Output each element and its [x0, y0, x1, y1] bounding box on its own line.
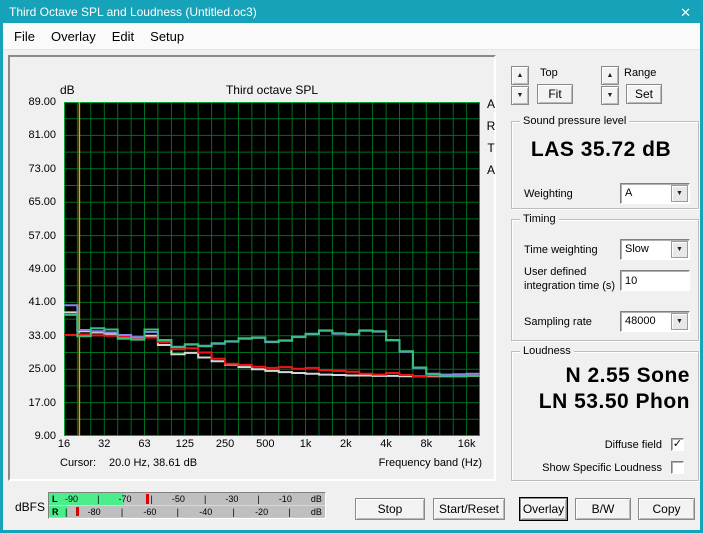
- title-bar[interactable]: Third Octave SPL and Loudness (Untitled.…: [3, 3, 700, 23]
- chevron-down-icon[interactable]: ▼: [671, 241, 688, 258]
- y-tick-label: 81.00: [28, 129, 56, 142]
- specific-loudness-label: Show Specific Loudness: [542, 462, 662, 474]
- range-up-button[interactable]: ▲: [601, 66, 619, 85]
- spl-plot-svg: [64, 102, 480, 436]
- x-tick-label: 500: [256, 438, 275, 450]
- time-weighting-dropdown[interactable]: Slow ▼: [620, 239, 690, 260]
- diffuse-field-checkbox[interactable]: [671, 438, 684, 451]
- y-tick-label: 57.00: [28, 229, 56, 242]
- menu-edit[interactable]: Edit: [104, 29, 142, 44]
- spl-group: Sound pressure level LAS 35.72 dB Weight…: [511, 115, 699, 209]
- x-axis-title: Frequency band (Hz): [378, 457, 482, 469]
- plot-title: Third octave SPL: [225, 83, 319, 97]
- x-tick-label: 250: [215, 438, 235, 450]
- close-icon[interactable]: ✕: [680, 3, 691, 23]
- arta-watermark: ARTA: [486, 97, 496, 177]
- y-tick-label: 89.00: [28, 96, 56, 108]
- time-weighting-label: Time weighting: [524, 244, 598, 256]
- chevron-down-icon[interactable]: ▼: [671, 185, 688, 202]
- cursor-readout-row: Cursor: 20.0 Hz, 38.61 dB Frequency band…: [10, 457, 498, 471]
- range-label: Range: [624, 67, 657, 79]
- y-tick-label: 25.00: [28, 363, 56, 376]
- weighting-label: Weighting: [524, 188, 573, 200]
- meter-channel-right: R: [52, 507, 59, 517]
- y-tick-label: 33.00: [28, 329, 56, 342]
- start-reset-button[interactable]: Start/Reset: [433, 498, 505, 520]
- weighting-dropdown[interactable]: A ▼: [620, 183, 690, 204]
- loudness-group-title: Loudness: [520, 345, 574, 357]
- meter-row-left: L -90 | -70 | -50 | -30 | -10 dB: [49, 493, 325, 505]
- diffuse-field-label: Diffuse field: [604, 439, 662, 451]
- top-label: Top: [540, 67, 558, 79]
- x-axis-labels: 16 32 63 125 250 500 1k 2k 4k 8k 16k: [58, 438, 480, 451]
- menu-file[interactable]: File: [6, 29, 43, 44]
- integration-time-input[interactable]: [620, 270, 690, 291]
- graph-panel: dB Third octave SPL 89.00 81.00 73.00 65.00…: [8, 55, 496, 481]
- y-tick-label: 41.00: [28, 296, 56, 309]
- y-axis-labels: 89.00 81.00 73.00 65.00 57.00 49.00 41.00 33.00…: [10, 96, 60, 442]
- spl-plot[interactable]: [64, 102, 480, 436]
- spl-group-title: Sound pressure level: [520, 115, 630, 127]
- timing-group: Timing Time weighting Slow ▼ User define…: [511, 213, 699, 341]
- loudness-sone-value: N 2.55 Sone: [565, 364, 690, 387]
- timing-group-title: Timing: [520, 213, 559, 225]
- level-meter: L -90 | -70 | -50 | -30 | -10 dB R | -80 | -60 | -40 | -…: [48, 492, 326, 519]
- y-tick-label: 49.00: [28, 263, 56, 275]
- copy-button[interactable]: Copy: [638, 498, 695, 520]
- time-weighting-value: Slow: [625, 243, 649, 255]
- x-tick-label: 63: [138, 438, 151, 450]
- x-tick-label: 2k: [339, 438, 352, 450]
- x-tick-label: 125: [175, 438, 194, 450]
- cursor-value: 20.0 Hz, 38.61 dB: [109, 457, 198, 469]
- stop-button[interactable]: Stop: [355, 498, 425, 520]
- y-tick-label: 17.00: [28, 396, 56, 409]
- meter-channel-left: L: [52, 494, 58, 504]
- range-down-button[interactable]: ▼: [601, 86, 619, 105]
- bw-button[interactable]: B/W: [575, 498, 631, 520]
- x-tick-label: 4k: [380, 438, 392, 450]
- meter-scale-left: -90 | -70 | -50 | -30 | -10 dB: [65, 494, 322, 504]
- window-title: Third Octave SPL and Loudness (Untitled.…: [9, 5, 257, 19]
- loudness-phon-value: LN 53.50 Phon: [538, 390, 690, 413]
- menu-overlay[interactable]: Overlay: [43, 29, 104, 44]
- cursor-label: Cursor:: [60, 457, 97, 469]
- y-tick-label: 65.00: [28, 196, 56, 209]
- x-tick-label: 8k: [420, 438, 433, 450]
- top-up-button[interactable]: ▲: [511, 66, 529, 85]
- integration-label-line2: integration time (s): [524, 280, 616, 292]
- x-tick-label: 16k: [457, 438, 476, 450]
- chevron-down-icon[interactable]: ▼: [671, 313, 688, 330]
- dbfs-label: dBFS: [15, 500, 46, 514]
- overlay-button[interactable]: Overlay: [519, 497, 568, 521]
- fit-button[interactable]: Fit: [537, 84, 573, 104]
- sampling-rate-value: 48000: [625, 315, 656, 327]
- menu-bar: File Overlay Edit Setup: [3, 23, 700, 50]
- sampling-rate-label: Sampling rate: [524, 316, 592, 328]
- specific-loudness-checkbox[interactable]: [671, 461, 684, 474]
- spl-value: LAS 35.72 dB: [530, 138, 672, 161]
- y-tick-label: 73.00: [28, 162, 56, 175]
- app-window: Third Octave SPL and Loudness (Untitled.…: [0, 0, 703, 533]
- integration-label-line1: User defined: [524, 266, 587, 278]
- menu-setup[interactable]: Setup: [142, 29, 192, 44]
- set-button[interactable]: Set: [626, 84, 662, 104]
- top-down-button[interactable]: ▼: [511, 86, 529, 105]
- x-tick-label: 32: [98, 438, 111, 450]
- sampling-rate-dropdown[interactable]: 48000 ▼: [620, 311, 690, 332]
- weighting-value: A: [625, 187, 633, 199]
- meter-scale-right: | -80 | -60 | -40 | -20 | dB: [65, 506, 322, 517]
- x-tick-label: 1k: [299, 438, 312, 450]
- loudness-group: Loudness N 2.55 Sone LN 53.50 Phon Diffu…: [511, 345, 699, 481]
- meter-row-right: R | -80 | -60 | -40 | -20 | dB: [49, 505, 325, 517]
- x-tick-label: 16: [57, 438, 71, 450]
